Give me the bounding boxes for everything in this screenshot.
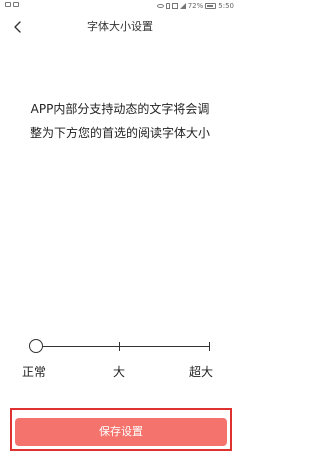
eye-icon [156,4,164,8]
status-system: 72% 5:50 [156,0,234,12]
font-size-slider[interactable] [29,338,210,356]
size-label-extra-large[interactable]: 超大 [189,364,213,380]
slider-tick-large[interactable] [119,342,120,351]
size-label-normal[interactable]: 正常 [22,364,46,380]
notification-icon [13,2,19,7]
battery-percent: 72% [187,2,204,10]
sim-card-icon [5,2,11,7]
save-settings-button[interactable]: 保存设置 [15,418,227,446]
description-line-1: APP内部分支持动态的文字将会调 [30,102,210,116]
title-bar: 字体大小设置 [0,12,240,42]
slider-thumb[interactable] [29,339,43,353]
font-size-settings-screen: 72% 5:50 字体大小设置 APP内部分支持动态的文字将会调 整为下方您的首… [0,0,240,464]
mute-icon [165,3,170,9]
battery-icon [205,3,217,9]
status-notifications [5,2,19,7]
nfc-icon [171,3,178,9]
status-bar: 72% 5:50 [0,0,240,12]
size-label-large[interactable]: 大 [113,364,125,380]
slider-tick-extra-large[interactable] [209,342,210,351]
signal-icon [179,3,186,9]
description-line-2: 整为下方您的首选的阅读字体大小 [29,126,210,140]
description-text: APP内部分支持动态的文字将会调 整为下方您的首选的阅读字体大小 [14,97,226,145]
status-time: 5:50 [218,2,234,10]
page-title: 字体大小设置 [87,20,153,33]
